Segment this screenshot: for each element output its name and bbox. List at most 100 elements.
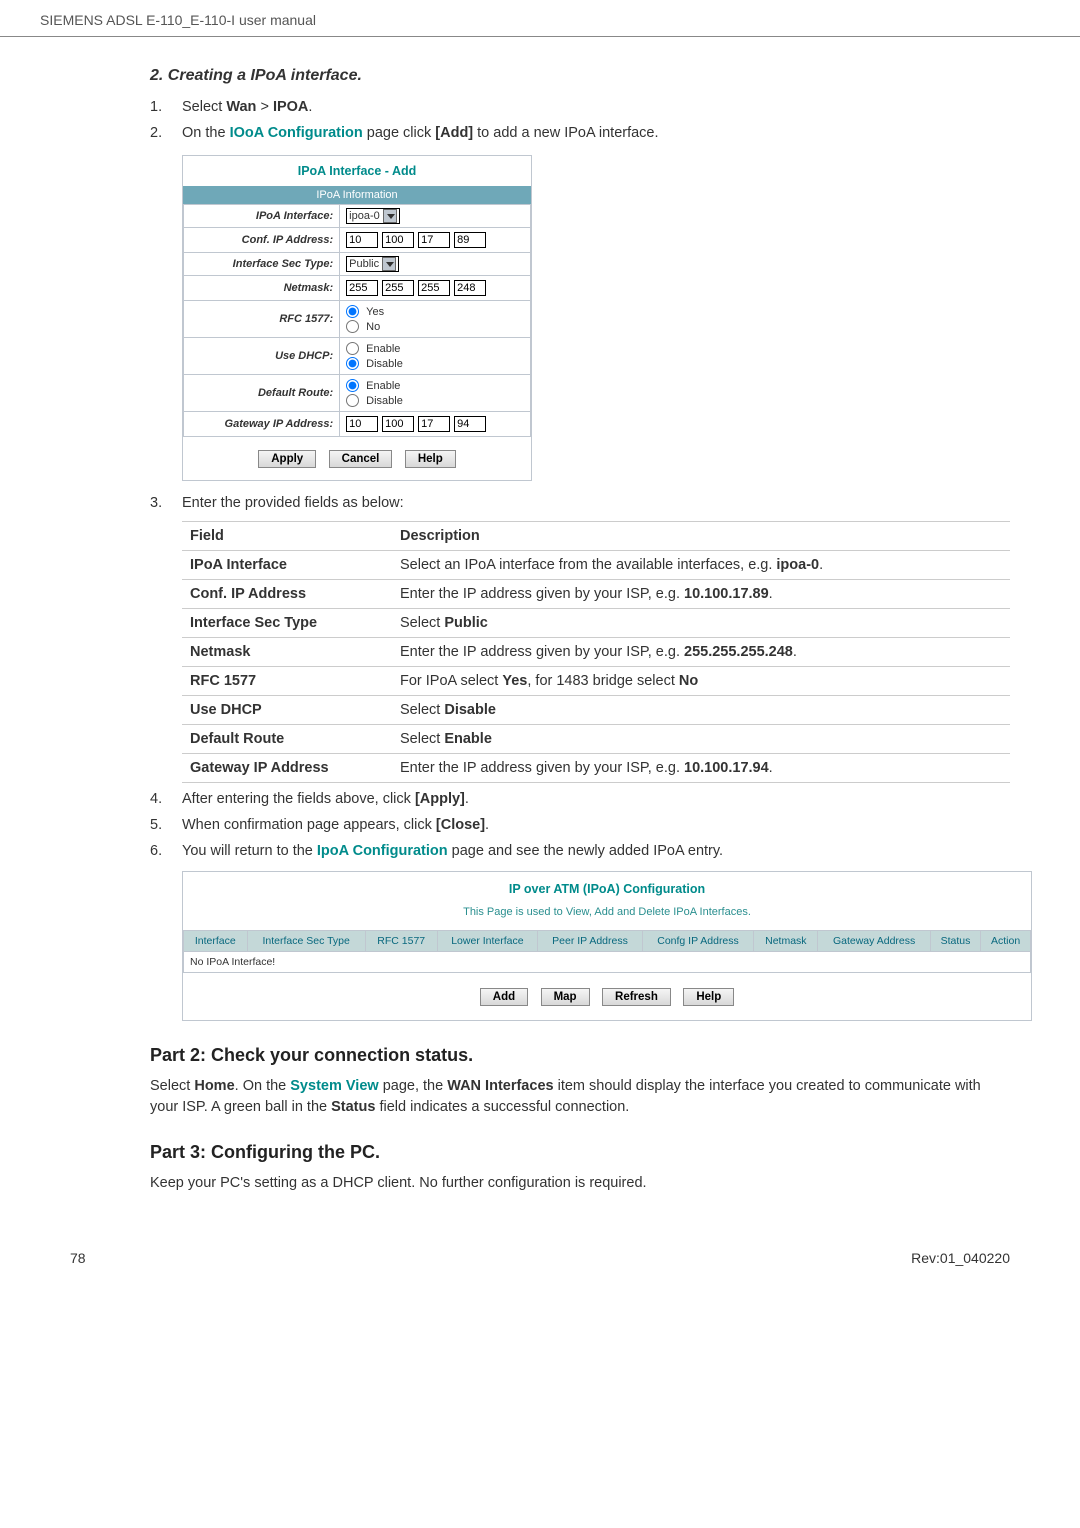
link-system-view: System View bbox=[290, 1078, 378, 1094]
cancel-button[interactable]: Cancel bbox=[329, 450, 393, 468]
config-panel-title: IP over ATM (IPoA) Configuration bbox=[183, 872, 1031, 906]
step-1: 1. Select Wan > IPOA. bbox=[150, 99, 1010, 115]
config-col-header: Interface Sec Type bbox=[247, 931, 365, 952]
gw-oct2[interactable] bbox=[382, 416, 414, 432]
field-name: IPoA Interface bbox=[182, 551, 392, 580]
table-row: Use DHCPSelect Disable bbox=[182, 696, 1010, 725]
add-button[interactable]: Add bbox=[480, 988, 528, 1006]
label-conf-ip: Conf. IP Address: bbox=[184, 228, 340, 253]
step-number: 4. bbox=[150, 791, 182, 807]
field-name: Conf. IP Address bbox=[182, 580, 392, 609]
table-row: IPoA InterfaceSelect an IPoA interface f… bbox=[182, 551, 1010, 580]
step-number: 2. bbox=[150, 125, 182, 141]
part2-title: Part 2: Check your connection status. bbox=[150, 1045, 1010, 1066]
table-row: RFC 1577For IPoA select Yes, for 1483 br… bbox=[182, 667, 1010, 696]
conf-ip-oct2[interactable] bbox=[382, 232, 414, 248]
select-ipoa-interface[interactable]: ipoa-0 bbox=[346, 208, 400, 224]
step-text: You will return to the IpoA Configuratio… bbox=[182, 843, 1010, 859]
field-description: Select Public bbox=[392, 609, 1010, 638]
label-ipoa-interface: IPoA Interface: bbox=[184, 205, 340, 228]
config-col-header: Peer IP Address bbox=[538, 931, 643, 952]
step-5: 5. When confirmation page appears, click… bbox=[150, 817, 1010, 833]
empty-row: No IPoA Interface! bbox=[184, 952, 1031, 973]
field-name: Use DHCP bbox=[182, 696, 392, 725]
radio-rfc-no[interactable] bbox=[346, 320, 359, 333]
gw-oct4[interactable] bbox=[454, 416, 486, 432]
ipoa-panel-section: IPoA Information bbox=[183, 186, 531, 204]
radio-dhcp-enable[interactable] bbox=[346, 342, 359, 355]
table-row: Interface Sec TypeSelect Public bbox=[182, 609, 1010, 638]
radio-rfc-yes[interactable] bbox=[346, 305, 359, 318]
field-description: For IPoA select Yes, for 1483 bridge sel… bbox=[392, 667, 1010, 696]
step-3: 3. Enter the provided fields as below: bbox=[150, 495, 1010, 511]
select-sec-type[interactable]: Public bbox=[346, 256, 399, 272]
ipoa-panel-title: IPoA Interface - Add bbox=[183, 156, 531, 186]
label-sec-type: Interface Sec Type: bbox=[184, 253, 340, 276]
page-footer: 78 Rev:01_040220 bbox=[0, 1232, 1080, 1288]
config-panel-subtitle: This Page is used to View, Add and Delet… bbox=[183, 906, 1031, 930]
refresh-button[interactable]: Refresh bbox=[602, 988, 671, 1006]
config-col-header: RFC 1577 bbox=[365, 931, 437, 952]
help-button-config[interactable]: Help bbox=[683, 988, 734, 1006]
ipoa-add-panel: IPoA Interface - Add IPoA Information IP… bbox=[182, 155, 532, 481]
field-name: Netmask bbox=[182, 638, 392, 667]
config-col-header: Status bbox=[930, 931, 980, 952]
field-name: RFC 1577 bbox=[182, 667, 392, 696]
step-text: Select Wan > IPOA. bbox=[182, 99, 1010, 115]
map-button[interactable]: Map bbox=[541, 988, 590, 1006]
netmask-oct1[interactable] bbox=[346, 280, 378, 296]
chevron-down-icon bbox=[382, 257, 396, 271]
chevron-down-icon bbox=[383, 209, 397, 223]
link-iooa-config: IOoA Configuration bbox=[230, 125, 363, 141]
label-dhcp: Use DHCP: bbox=[184, 338, 340, 375]
config-col-header: Lower Interface bbox=[437, 931, 538, 952]
table-row: Conf. IP AddressEnter the IP address giv… bbox=[182, 580, 1010, 609]
manual-title: SIEMENS ADSL E-110_E-110-I user manual bbox=[40, 12, 316, 28]
field-description: Enter the IP address given by your ISP, … bbox=[392, 580, 1010, 609]
step-text: When confirmation page appears, click [C… bbox=[182, 817, 1010, 833]
label-netmask: Netmask: bbox=[184, 276, 340, 301]
field-description: Enter the IP address given by your ISP, … bbox=[392, 638, 1010, 667]
step-2: 2. On the IOoA Configuration page click … bbox=[150, 125, 1010, 141]
table-row: Default RouteSelect Enable bbox=[182, 725, 1010, 754]
label-gw: Gateway IP Address: bbox=[184, 412, 340, 437]
table-row: NetmaskEnter the IP address given by you… bbox=[182, 638, 1010, 667]
step-text: Enter the provided fields as below: bbox=[182, 495, 1010, 511]
step-6: 6. You will return to the IpoA Configura… bbox=[150, 843, 1010, 859]
netmask-oct3[interactable] bbox=[418, 280, 450, 296]
col-field: Field bbox=[182, 522, 392, 551]
radio-route-disable[interactable] bbox=[346, 394, 359, 407]
gw-oct3[interactable] bbox=[418, 416, 450, 432]
part3-title: Part 3: Configuring the PC. bbox=[150, 1142, 1010, 1163]
field-name: Default Route bbox=[182, 725, 392, 754]
field-name: Interface Sec Type bbox=[182, 609, 392, 638]
netmask-oct2[interactable] bbox=[382, 280, 414, 296]
step-number: 6. bbox=[150, 843, 182, 859]
field-description: Select an IPoA interface from the availa… bbox=[392, 551, 1010, 580]
conf-ip-oct3[interactable] bbox=[418, 232, 450, 248]
config-col-header: Gateway Address bbox=[818, 931, 930, 952]
step-number: 5. bbox=[150, 817, 182, 833]
page-number: 78 bbox=[70, 1250, 86, 1266]
gw-oct1[interactable] bbox=[346, 416, 378, 432]
field-description: Select Disable bbox=[392, 696, 1010, 725]
apply-button[interactable]: Apply bbox=[258, 450, 316, 468]
page-header: SIEMENS ADSL E-110_E-110-I user manual bbox=[0, 0, 1080, 37]
ipoa-config-panel: IP over ATM (IPoA) Configuration This Pa… bbox=[182, 871, 1032, 1021]
field-description-table: Field Description IPoA InterfaceSelect a… bbox=[182, 521, 1010, 783]
col-description: Description bbox=[392, 522, 1010, 551]
step-text: On the IOoA Configuration page click [Ad… bbox=[182, 125, 1010, 141]
radio-route-enable[interactable] bbox=[346, 379, 359, 392]
config-col-header: Action bbox=[981, 931, 1031, 952]
radio-dhcp-disable[interactable] bbox=[346, 357, 359, 370]
step-text: After entering the fields above, click [… bbox=[182, 791, 1010, 807]
conf-ip-oct4[interactable] bbox=[454, 232, 486, 248]
label-rfc: RFC 1577: bbox=[184, 301, 340, 338]
revision: Rev:01_040220 bbox=[911, 1250, 1010, 1266]
netmask-oct4[interactable] bbox=[454, 280, 486, 296]
config-col-header: Netmask bbox=[754, 931, 818, 952]
help-button[interactable]: Help bbox=[405, 450, 456, 468]
step-number: 1. bbox=[150, 99, 182, 115]
part3-text: Keep your PC's setting as a DHCP client.… bbox=[150, 1173, 1010, 1194]
conf-ip-oct1[interactable] bbox=[346, 232, 378, 248]
